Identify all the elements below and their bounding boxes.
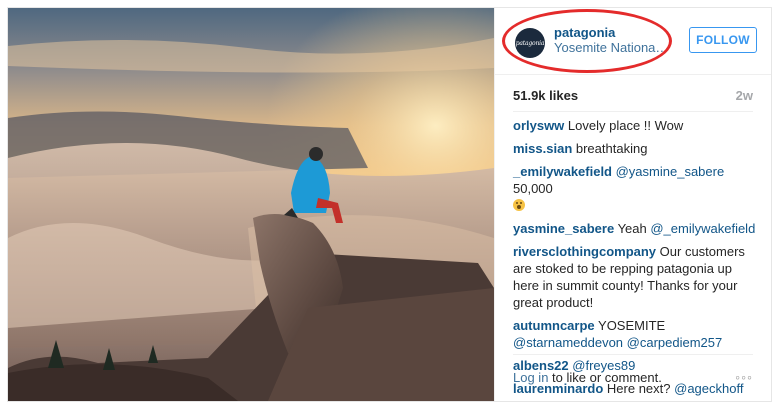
astonished-face-icon bbox=[513, 199, 525, 211]
comment-text: 50,000 bbox=[513, 181, 553, 196]
comment-username[interactable]: yasmine_sabere bbox=[513, 221, 614, 236]
comment-text: Yeah bbox=[614, 221, 651, 236]
likes-count[interactable]: 51.9k likes bbox=[513, 88, 578, 103]
comment-item: riversclothingcompany Our customers are … bbox=[513, 243, 758, 311]
comment-text: Lovely place !! Wow bbox=[564, 118, 684, 133]
post-header: patagonia patagonia Yosemite National Pa… bbox=[495, 8, 771, 75]
follow-button[interactable]: FOLLOW bbox=[689, 27, 757, 53]
login-prompt: Log in to like or comment. bbox=[513, 370, 662, 385]
post-photo[interactable] bbox=[8, 8, 494, 401]
avatar-logo-text: patagonia bbox=[515, 39, 545, 47]
comment-username[interactable]: autumncarpe bbox=[513, 318, 595, 333]
post-location[interactable]: Yosemite National Park bbox=[554, 40, 670, 55]
comment-item: orlysww Lovely place !! Wow bbox=[513, 117, 758, 134]
comment-item: yasmine_sabere Yeah @_emilywakefield bbox=[513, 220, 758, 237]
post-sidebar: patagonia patagonia Yosemite National Pa… bbox=[494, 8, 771, 401]
photo-hiker-on-rock bbox=[8, 8, 494, 401]
comment-username[interactable]: miss.sian bbox=[513, 141, 572, 156]
comment-text: breathtaking bbox=[572, 141, 648, 156]
comment-username[interactable]: orlysww bbox=[513, 118, 564, 133]
post-age[interactable]: 2w bbox=[736, 88, 753, 103]
comment-text: YOSEMITE bbox=[594, 318, 666, 333]
instagram-post: patagonia patagonia Yosemite National Pa… bbox=[7, 7, 772, 402]
post-username[interactable]: patagonia bbox=[554, 25, 615, 40]
comment-item: _emilywakefield @yasmine_sabere 50,000 bbox=[513, 163, 758, 214]
comment-mention[interactable]: @starnameddevon @carpediem257 bbox=[513, 335, 722, 350]
comment-item: miss.sian breathtaking bbox=[513, 140, 758, 157]
login-link[interactable]: Log in bbox=[513, 370, 548, 385]
comment-username[interactable]: _emilywakefield bbox=[513, 164, 612, 179]
more-options-icon[interactable]: ◦◦◦ bbox=[735, 369, 753, 385]
post-footer: Log in to like or comment. ◦◦◦ bbox=[513, 354, 753, 401]
login-prompt-text: to like or comment. bbox=[548, 370, 662, 385]
comment-mention[interactable]: @yasmine_sabere bbox=[612, 164, 725, 179]
comment-item: autumncarpe YOSEMITE @starnameddevon @ca… bbox=[513, 317, 758, 351]
comment-mention[interactable]: @_emilywakefield bbox=[650, 221, 755, 236]
post-stats: 51.9k likes 2w bbox=[513, 75, 753, 112]
avatar[interactable]: patagonia bbox=[515, 28, 545, 58]
comment-username[interactable]: riversclothingcompany bbox=[513, 244, 656, 259]
